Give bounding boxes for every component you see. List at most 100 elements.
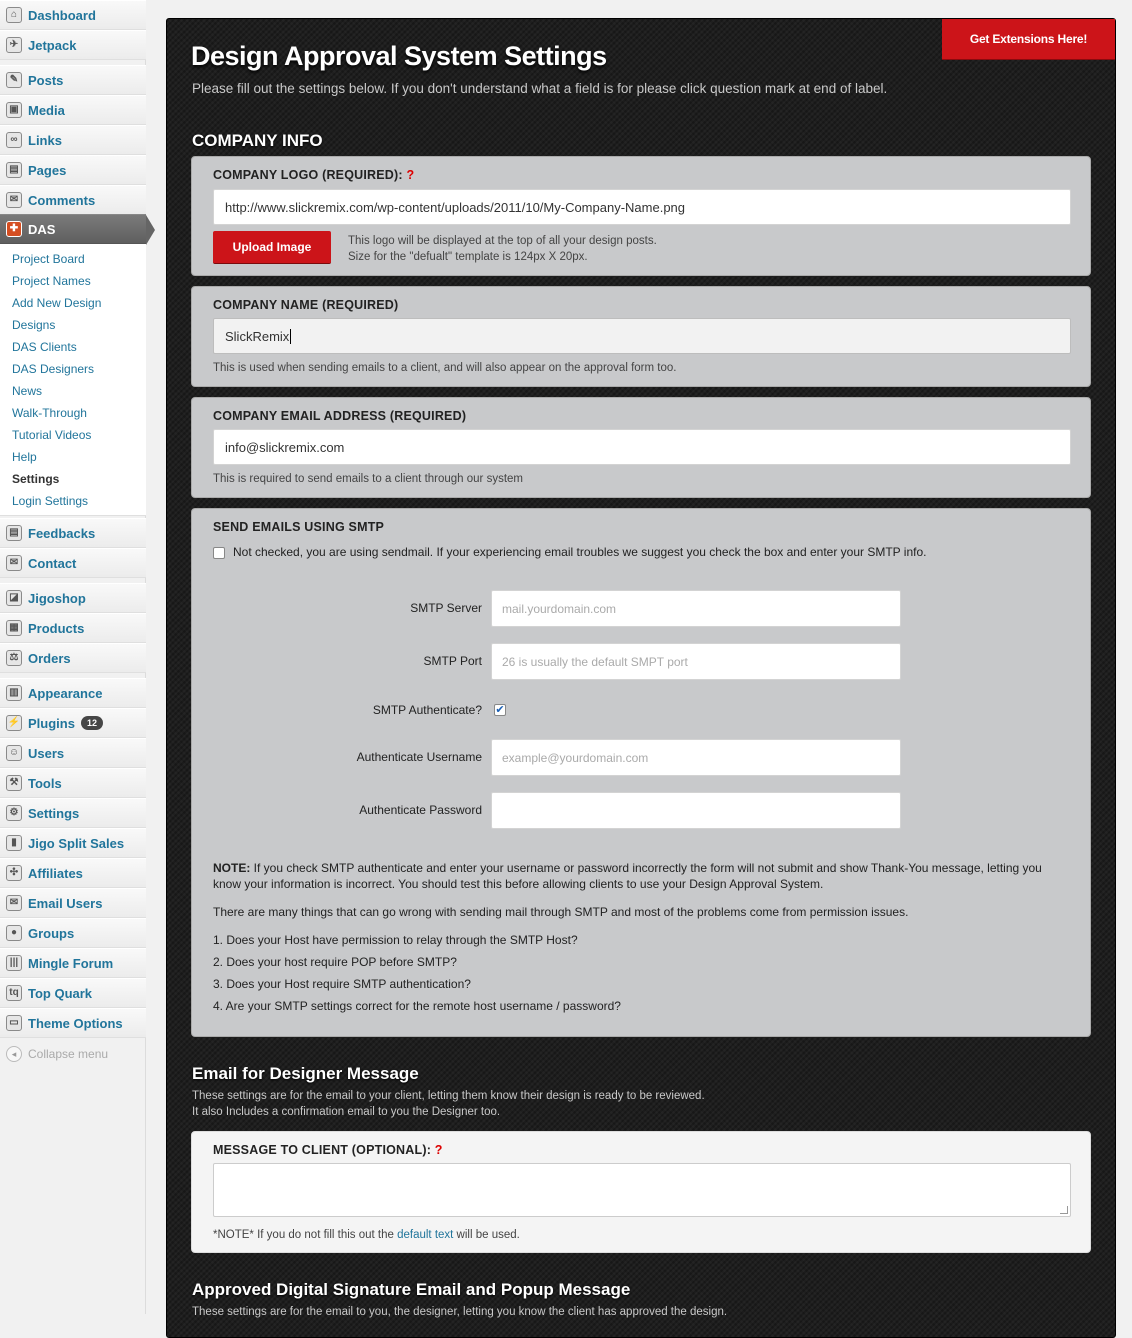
smtp-problems-intro: There are many things that can go wrong … — [213, 905, 909, 919]
menu-media[interactable]: ▣ Media — [0, 95, 146, 125]
menu-products[interactable]: ▦ Products — [0, 613, 146, 643]
company-logo-label-text: COMPANY LOGO (REQUIRED): — [213, 168, 403, 182]
smtp-label: SEND EMAILS USING SMTP — [213, 520, 385, 534]
menu-label: Tools — [28, 775, 62, 791]
menu-links[interactable]: ∞ Links — [0, 125, 146, 155]
smtp-port-input[interactable]: 26 is usually the default SMPT port — [491, 643, 901, 680]
submenu-login-settings[interactable]: Login Settings — [12, 494, 88, 508]
company-name-hint: This is used when sending emails to a cl… — [213, 362, 677, 374]
menu-label: Jigo Split Sales — [28, 835, 125, 851]
appearance-icon: ▥ — [6, 685, 22, 701]
menu-label: Plugins — [28, 715, 75, 731]
smtp-question-3: 3. Does your Host require SMTP authentic… — [213, 977, 471, 991]
collapse-menu-button[interactable]: ◂ Collapse menu — [6, 1046, 108, 1062]
company-logo-section: COMPANY LOGO (REQUIRED): ? http://www.sl… — [191, 156, 1091, 276]
menu-top-quark[interactable]: tq Top Quark — [0, 978, 146, 1008]
menu-users[interactable]: ☺ Users — [0, 738, 146, 768]
note-suffix: will be used. — [453, 1229, 520, 1241]
menu-jigoshop[interactable]: ◪ Jigoshop — [0, 583, 146, 613]
pages-icon: ▤ — [6, 162, 22, 178]
menu-label: Products — [28, 620, 85, 636]
menu-tools[interactable]: ⚒ Tools — [0, 768, 146, 798]
submenu-help[interactable]: Help — [12, 450, 37, 464]
company-email-label: COMPANY EMAIL ADDRESS (REQUIRED) — [213, 409, 467, 423]
menu-orders[interactable]: ⚖ Orders — [0, 643, 146, 673]
tools-icon: ⚒ — [6, 775, 22, 791]
menu-dashboard[interactable]: ⌂ Dashboard — [0, 0, 146, 30]
menu-email-users[interactable]: ✉ Email Users — [0, 888, 146, 918]
submenu-das-clients[interactable]: DAS Clients — [12, 340, 77, 354]
company-logo-hint: This logo will be displayed at the top o… — [348, 233, 657, 265]
signature-message-description: These settings are for the email to you,… — [192, 1306, 728, 1318]
menu-label: Comments — [28, 192, 96, 208]
submenu-add-new-design[interactable]: Add New Design — [12, 296, 101, 310]
menu-label: Feedbacks — [28, 525, 96, 541]
submenu-designs[interactable]: Designs — [12, 318, 55, 332]
message-to-client-help-icon[interactable]: ? — [435, 1143, 443, 1157]
smtp-note-bold: NOTE: — [213, 861, 251, 875]
jigoshop-icon: ◪ — [6, 590, 22, 606]
note-prefix: *NOTE* If you do not fill this out the — [213, 1229, 398, 1241]
menu-jetpack[interactable]: ✈ Jetpack — [0, 30, 146, 60]
company-email-input[interactable]: info@slickremix.com — [213, 429, 1071, 465]
checkmark-icon: ✔ — [495, 703, 505, 716]
submenu-project-names[interactable]: Project Names — [12, 274, 91, 288]
designer-message-desc-line2: It also Includes a confirmation email to… — [192, 1106, 501, 1118]
authenticate-username-input[interactable]: example@yourdomain.com — [491, 739, 901, 776]
contact-icon: ✉ — [6, 555, 22, 571]
menu-label: Media — [28, 102, 65, 118]
menu-label: Groups — [28, 925, 75, 941]
message-to-client-textarea[interactable] — [213, 1163, 1071, 1217]
authenticate-password-input[interactable] — [491, 792, 901, 829]
collapse-arrow-icon: ◂ — [6, 1046, 22, 1062]
submenu-settings[interactable]: Settings — [12, 472, 59, 486]
menu-posts[interactable]: ✎ Posts — [0, 65, 146, 95]
resize-grip-icon[interactable] — [1060, 1206, 1068, 1214]
menu-das[interactable]: ✚ DAS — [0, 214, 155, 245]
submenu-walk-through[interactable]: Walk-Through — [12, 406, 87, 420]
menu-pages[interactable]: ▤ Pages — [0, 155, 146, 185]
posts-icon: ✎ — [6, 72, 22, 88]
menu-label: Email Users — [28, 895, 103, 911]
submenu-das-designers[interactable]: DAS Designers — [12, 362, 94, 376]
users-icon: ☺ — [6, 745, 22, 761]
menu-settings[interactable]: ⚙ Settings — [0, 798, 146, 828]
menu-appearance[interactable]: ▥ Appearance — [0, 678, 146, 708]
company-logo-label: COMPANY LOGO (REQUIRED): ? — [213, 168, 414, 182]
smtp-port-label: SMTP Port — [423, 654, 482, 668]
submenu-news[interactable]: News — [12, 384, 42, 398]
smtp-server-label: SMTP Server — [410, 601, 482, 615]
orders-icon: ⚖ — [6, 650, 22, 666]
company-logo-url-input[interactable]: http://www.slickremix.com/wp-content/upl… — [213, 189, 1071, 225]
smtp-authenticate-checkbox[interactable]: ✔ — [494, 704, 506, 716]
menu-mingle-forum[interactable]: ||| Mingle Forum — [0, 948, 146, 978]
menu-feedbacks[interactable]: ▤ Feedbacks — [0, 518, 146, 548]
menu-affiliates[interactable]: ✣ Affiliates — [0, 858, 146, 888]
get-extensions-button[interactable]: Get Extensions Here! — [942, 19, 1115, 60]
default-text-link[interactable]: default text — [397, 1229, 453, 1241]
menu-theme-options[interactable]: ▭ Theme Options — [0, 1008, 146, 1038]
designer-message-description: These settings are for the email to your… — [192, 1088, 705, 1120]
company-logo-url-value: http://www.slickremix.com/wp-content/upl… — [225, 199, 686, 215]
submenu-project-board[interactable]: Project Board — [12, 252, 85, 266]
menu-groups[interactable]: ● Groups — [0, 918, 146, 948]
message-to-client-label: MESSAGE TO CLIENT (OPTIONAL): ? — [213, 1143, 443, 1157]
plugins-icon: ⚡ — [6, 715, 22, 731]
smtp-question-4: 4. Are your SMTP settings correct for th… — [213, 999, 621, 1013]
company-name-input[interactable]: SlickRemix — [213, 318, 1071, 354]
company-logo-hint-line1: This logo will be displayed at the top o… — [348, 235, 657, 247]
menu-plugins[interactable]: ⚡ Plugins 12 — [0, 708, 146, 738]
upload-image-button[interactable]: Upload Image — [213, 231, 331, 264]
menu-label: Contact — [28, 555, 77, 571]
smtp-section: SEND EMAILS USING SMTP Not checked, you … — [191, 508, 1091, 1037]
menu-contact[interactable]: ✉ Contact — [0, 548, 146, 578]
use-smtp-checkbox[interactable] — [213, 547, 225, 559]
submenu-tutorial-videos[interactable]: Tutorial Videos — [12, 428, 91, 442]
menu-comments[interactable]: ✉ Comments — [0, 185, 146, 215]
company-logo-help-icon[interactable]: ? — [406, 168, 414, 182]
jetpack-icon: ✈ — [6, 37, 22, 53]
menu-jigo-split-sales[interactable]: ▮ Jigo Split Sales — [0, 828, 146, 858]
top-quark-icon: tq — [6, 985, 22, 1001]
feedbacks-icon: ▤ — [6, 525, 22, 541]
smtp-server-input[interactable]: mail.yourdomain.com — [491, 590, 901, 627]
